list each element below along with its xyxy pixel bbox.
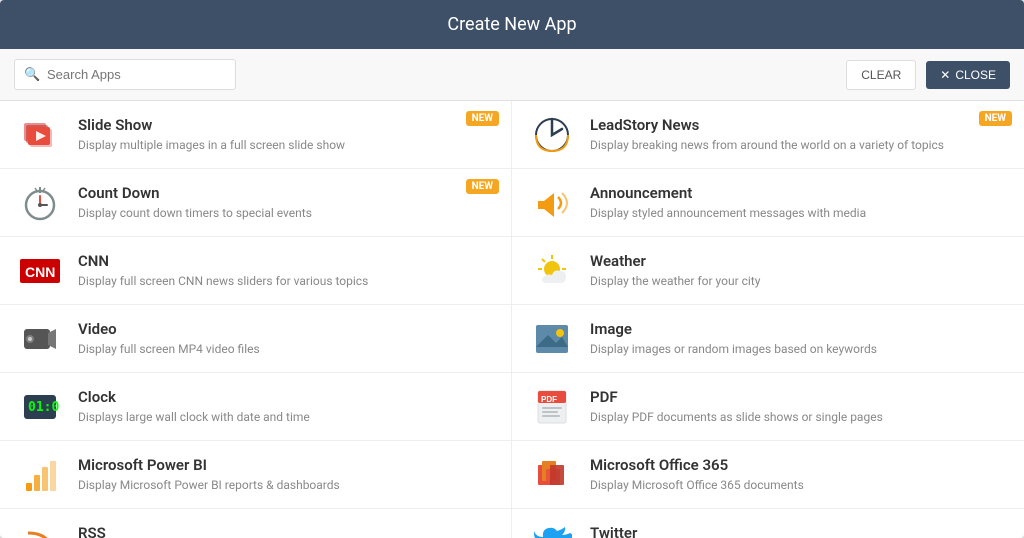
app-item-slideshow[interactable]: Slide Show Display multiple images in a f… (0, 101, 512, 169)
create-app-modal: Create New App 🔍 CLEAR ✕ CLOSE Slide Sho… (0, 0, 1024, 538)
image-name: Image (590, 320, 1008, 338)
close-x-icon: ✕ (940, 68, 950, 82)
app-item-twitter[interactable]: TwitterDisplay the latest tweets from Tw… (512, 509, 1024, 538)
office365-name: Microsoft Office 365 (590, 456, 1008, 474)
office365-info: Microsoft Office 365 Display Microsoft Of… (590, 456, 1008, 494)
weather-name: Weather (590, 252, 1008, 270)
video-desc: Display full screen MP4 video files (78, 341, 495, 358)
slideshow-desc: Display multiple images in a full screen… (78, 137, 495, 154)
app-item-powerbi[interactable]: Microsoft Power BI Display Microsoft Powe… (0, 441, 512, 509)
rss-name: RSS (78, 524, 495, 538)
cnn-name: CNN (78, 252, 495, 270)
image-desc: Display images or random images based on… (590, 341, 1008, 358)
app-grid: Slide Show Display multiple images in a f… (0, 101, 1024, 538)
app-item-cnn[interactable]: CNN CNN Display full screen CNN news slid… (0, 237, 512, 305)
app-item-video[interactable]: Video Display full screen MP4 video files (0, 305, 512, 373)
app-item-rss[interactable]: RSSDisplay full screen RSS feed sliders (0, 509, 512, 538)
video-info: Video Display full screen MP4 video files (78, 320, 495, 358)
app-item-office365[interactable]: Microsoft Office 365 Display Microsoft Of… (512, 441, 1024, 509)
app-item-pdf[interactable]: PDF PDF Display PDF documents as slide sh… (512, 373, 1024, 441)
app-item-weather[interactable]: Weather Display the weather for your city (512, 237, 1024, 305)
leadstory-name: LeadStory News (590, 116, 1008, 134)
app-item-announcement[interactable]: Announcement Display styled announcement … (512, 169, 1024, 237)
search-wrapper: 🔍 (14, 59, 420, 90)
app-item-clock[interactable]: 01:00 Clock Displays large wall clock wit… (0, 373, 512, 441)
powerbi-icon (16, 451, 64, 499)
svg-text:01:00: 01:00 (28, 400, 60, 415)
search-icon: 🔍 (24, 67, 40, 82)
slideshow-icon (16, 111, 64, 159)
slideshow-badge: NEW (466, 111, 499, 126)
clear-button[interactable]: CLEAR (846, 60, 916, 90)
countdown-desc: Display count down timers to special eve… (78, 205, 495, 222)
pdf-name: PDF (590, 388, 1008, 406)
twitter-icon (528, 519, 576, 538)
image-icon (528, 315, 576, 363)
modal-title: Create New App (447, 14, 576, 35)
powerbi-info: Microsoft Power BI Display Microsoft Powe… (78, 456, 495, 494)
powerbi-desc: Display Microsoft Power BI reports & das… (78, 477, 495, 494)
countdown-name: Count Down (78, 184, 495, 202)
leadstory-desc: Display breaking news from around the wo… (590, 137, 1008, 154)
clock-desc: Displays large wall clock with date and … (78, 409, 495, 426)
clock-info: Clock Displays large wall clock with date… (78, 388, 495, 426)
close-label: CLOSE (955, 68, 996, 82)
pdf-info: PDF Display PDF documents as slide shows … (590, 388, 1008, 426)
weather-desc: Display the weather for your city (590, 273, 1008, 290)
svg-text:CNN: CNN (25, 264, 55, 280)
svg-text:PDF: PDF (541, 395, 557, 404)
app-item-leadstory[interactable]: LeadStory News Display breaking news from… (512, 101, 1024, 169)
twitter-name: Twitter (590, 524, 1008, 538)
app-item-image[interactable]: Image Display images or random images bas… (512, 305, 1024, 373)
leadstory-badge: NEW (979, 111, 1012, 126)
cnn-desc: Display full screen CNN news sliders for… (78, 273, 495, 290)
search-input[interactable] (14, 59, 236, 90)
announcement-name: Announcement (590, 184, 1008, 202)
clock-name: Clock (78, 388, 495, 406)
rss-info: RSSDisplay full screen RSS feed sliders (78, 524, 495, 538)
office365-icon (528, 451, 576, 499)
app-item-countdown[interactable]: Count Down Display count down timers to s… (0, 169, 512, 237)
slideshow-name: Slide Show (78, 116, 495, 134)
pdf-icon: PDF (528, 383, 576, 431)
announcement-icon (528, 179, 576, 227)
powerbi-name: Microsoft Power BI (78, 456, 495, 474)
countdown-info: Count Down Display count down timers to s… (78, 184, 495, 222)
weather-icon (528, 247, 576, 295)
twitter-info: TwitterDisplay the latest tweets from Tw… (590, 524, 1008, 538)
leadstory-info: LeadStory News Display breaking news from… (590, 116, 1008, 154)
video-icon (16, 315, 64, 363)
modal-header: Create New App (0, 0, 1024, 49)
cnn-info: CNN Display full screen CNN news sliders … (78, 252, 495, 290)
toolbar: 🔍 CLEAR ✕ CLOSE (0, 49, 1024, 101)
countdown-icon (16, 179, 64, 227)
close-button[interactable]: ✕ CLOSE (926, 61, 1010, 89)
countdown-badge: NEW (466, 179, 499, 194)
announcement-info: Announcement Display styled announcement … (590, 184, 1008, 222)
slideshow-info: Slide Show Display multiple images in a f… (78, 116, 495, 154)
weather-info: Weather Display the weather for your city (590, 252, 1008, 290)
leadstory-icon (528, 111, 576, 159)
rss-icon (16, 519, 64, 538)
clock-icon: 01:00 (16, 383, 64, 431)
pdf-desc: Display PDF documents as slide shows or … (590, 409, 1008, 426)
cnn-icon: CNN (16, 247, 64, 295)
video-name: Video (78, 320, 495, 338)
office365-desc: Display Microsoft Office 365 documents (590, 477, 1008, 494)
announcement-desc: Display styled announcement messages wit… (590, 205, 1008, 222)
image-info: Image Display images or random images bas… (590, 320, 1008, 358)
